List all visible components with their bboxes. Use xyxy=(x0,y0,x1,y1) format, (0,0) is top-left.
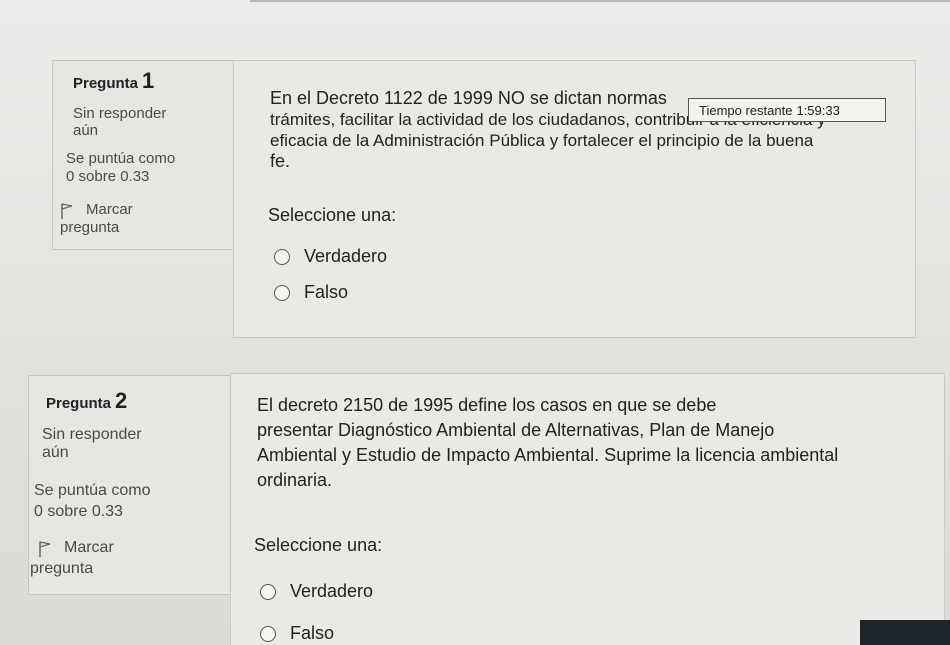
question-text-line: ordinaria. xyxy=(257,470,333,490)
question-2-prompt: Seleccione una: xyxy=(254,535,383,555)
score-line: 0 sobre 0.33 xyxy=(34,503,123,520)
question-text-line: eficacia de la Administración Pública y … xyxy=(270,131,814,150)
flag-label: Marcar xyxy=(86,201,133,218)
question-text-line: Ambiental y Estudio de Impacto Ambiental… xyxy=(257,445,839,465)
flag-icon xyxy=(61,202,73,219)
question-title-label: Pregunta xyxy=(46,395,112,412)
radio-unchecked-icon[interactable] xyxy=(274,284,290,301)
question-1-score: Se puntúa como 0 sobre 0.33 xyxy=(66,150,175,186)
question-title-label: Pregunta xyxy=(73,75,139,92)
question-text-line: fe. xyxy=(270,151,291,171)
question-2-status: Sin responder aún xyxy=(42,426,142,462)
question-number: 2 xyxy=(115,388,128,413)
question-1-option-verdadero[interactable]: Verdadero xyxy=(274,246,387,267)
status-line: aún xyxy=(73,122,99,139)
option-label: Falso xyxy=(290,623,335,643)
question-1-flag-toggle[interactable]: Marcar pregunta xyxy=(60,200,133,238)
score-line: Se puntúa como xyxy=(66,150,176,167)
score-line: 0 sobre 0.33 xyxy=(66,168,150,185)
question-1-prompt: Seleccione una: xyxy=(268,205,397,225)
timer-value: 1:59:33 xyxy=(796,103,840,118)
score-line: Se puntúa como xyxy=(34,482,151,499)
question-2-option-falso[interactable]: Falso xyxy=(260,623,334,644)
flag-label: pregunta xyxy=(60,219,120,236)
status-line: aún xyxy=(42,444,69,461)
question-number: 1 xyxy=(142,68,155,93)
top-divider xyxy=(250,0,950,2)
taskbar-edge xyxy=(860,620,950,645)
timer-box: Tiempo restante 1:59:33 xyxy=(688,98,886,122)
radio-unchecked-icon[interactable] xyxy=(274,248,290,265)
question-1-status: Sin responder aún xyxy=(73,105,166,139)
question-2-flag-toggle[interactable]: Marcar pregunta xyxy=(30,538,114,579)
option-label: Verdadero xyxy=(290,581,374,601)
status-line: Sin responder xyxy=(73,105,167,122)
option-label: Verdadero xyxy=(304,246,388,266)
radio-unchecked-icon[interactable] xyxy=(260,625,276,642)
question-text-line: presentar Diagnóstico Ambiental de Alter… xyxy=(257,420,775,440)
flag-label: Marcar xyxy=(64,539,114,556)
status-line: Sin responder xyxy=(42,426,142,443)
option-label: Falso xyxy=(304,282,349,302)
question-2-score: Se puntúa como 0 sobre 0.33 xyxy=(34,480,151,522)
question-2-title: Pregunta 2 xyxy=(46,388,127,414)
question-1-option-falso[interactable]: Falso xyxy=(274,282,348,303)
question-1-title: Pregunta 1 xyxy=(73,68,154,94)
timer-label: Tiempo restante xyxy=(699,103,793,118)
question-2-text: El decreto 2150 de 1995 define los casos… xyxy=(257,393,838,493)
question-text-line: El decreto 2150 de 1995 define los casos… xyxy=(257,395,717,415)
flag-label: pregunta xyxy=(30,560,94,577)
flag-icon xyxy=(39,540,51,557)
radio-unchecked-icon[interactable] xyxy=(260,583,276,600)
question-2-option-verdadero[interactable]: Verdadero xyxy=(260,581,373,602)
